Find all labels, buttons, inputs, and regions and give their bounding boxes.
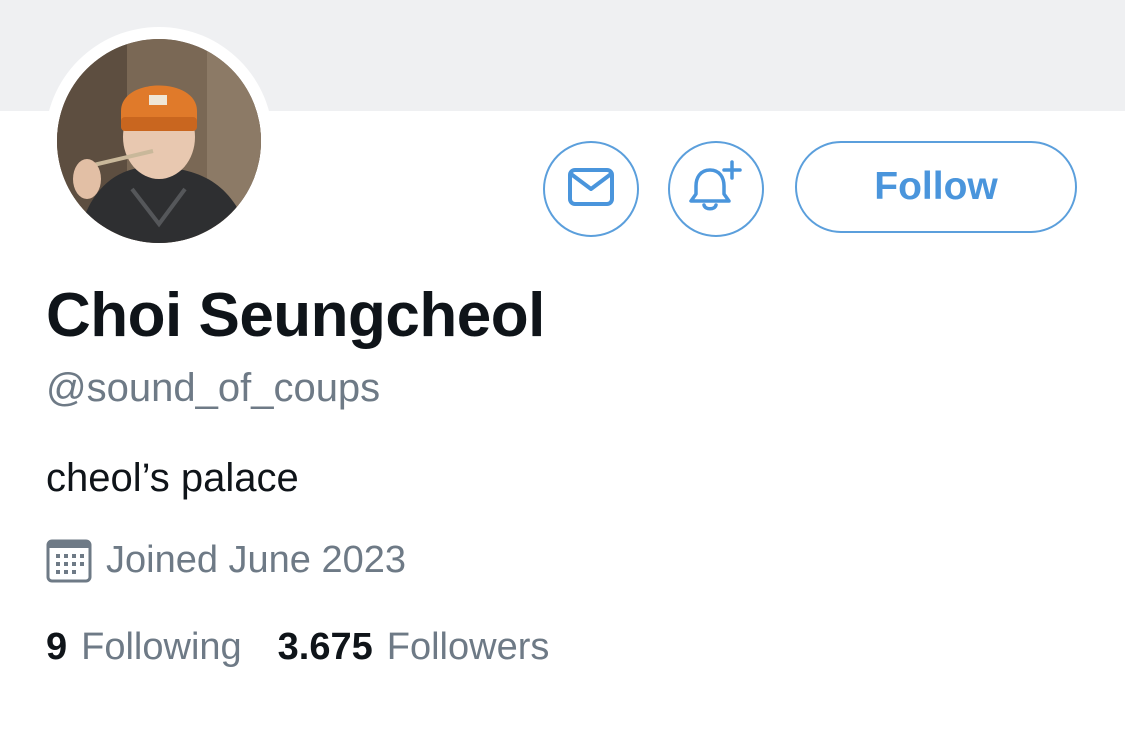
profile-stats: 9 Following 3.675 Followers (46, 626, 549, 669)
following-label: Following (81, 626, 242, 668)
avatar-photo (57, 39, 261, 243)
display-name: Choi Seungcheol (46, 281, 545, 350)
following-stat[interactable]: 9 Following (46, 626, 242, 669)
follow-button[interactable]: Follow (795, 141, 1077, 233)
profile-handle: @sound_of_coups (46, 366, 381, 410)
avatar-frame (45, 27, 273, 255)
following-count: 9 (46, 626, 68, 668)
followers-count: 3.675 (277, 626, 373, 668)
calendar-icon (46, 537, 92, 583)
profile-screen: Follow Choi Seungcheol @sound_of_coups c… (0, 0, 1125, 729)
avatar[interactable] (57, 39, 261, 243)
profile-bio: cheol’s palace (46, 456, 299, 500)
bell-plus-icon (688, 159, 744, 219)
joined-date: Joined June 2023 (46, 536, 406, 584)
message-button[interactable] (543, 141, 639, 237)
notification-button[interactable] (668, 141, 764, 237)
followers-label: Followers (386, 626, 550, 668)
envelope-icon (567, 167, 615, 212)
joined-text: Joined June 2023 (106, 538, 407, 581)
followers-stat[interactable]: 3.675 Followers (278, 626, 550, 669)
